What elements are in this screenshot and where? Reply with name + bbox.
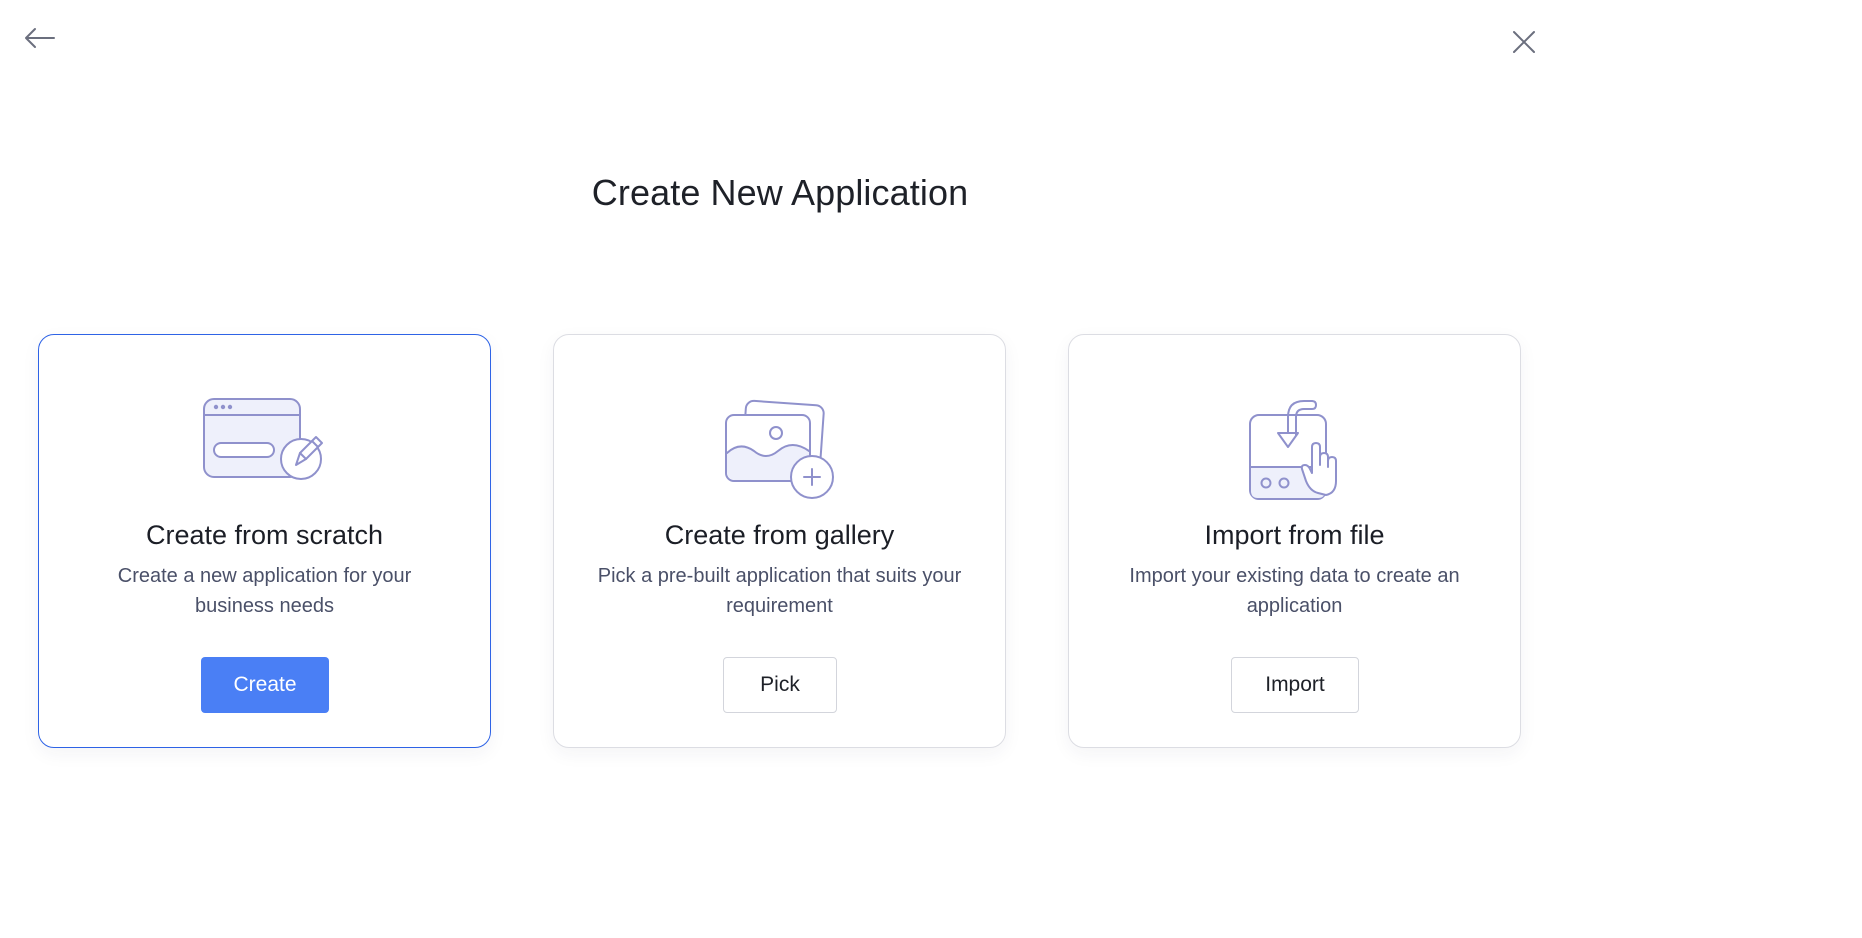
card-title: Import from file [1204,520,1385,550]
card-description: Pick a pre-built application that suits … [597,565,962,617]
card-description: Import your existing data to create an a… [1129,565,1460,617]
card-description: Create a new application for your busine… [117,565,412,617]
create-application-page: Create New Application Create from scrat… [0,0,1862,938]
pick-button[interactable]: Pick [723,657,837,713]
page-title: Create New Application [591,172,969,213]
arrow-left-icon [25,28,55,48]
option-cards: Create from scratch Create a new applica… [38,334,1521,748]
create-button[interactable]: Create [201,657,329,713]
card-import-from-file[interactable]: Import from file Import your existing da… [1068,334,1521,748]
card-title: Create from gallery [664,520,895,550]
card-create-from-scratch[interactable]: Create from scratch Create a new applica… [38,334,491,748]
import-button[interactable]: Import [1231,657,1359,713]
close-icon [1513,31,1535,53]
close-button[interactable] [1508,26,1540,58]
back-button[interactable] [22,22,58,54]
browser-window-edit-icon [39,395,490,505]
card-create-from-gallery[interactable]: Create from gallery Pick a pre-built app… [553,334,1006,748]
card-title: Create from scratch [145,520,384,550]
image-gallery-add-icon [554,395,1005,505]
file-import-hand-icon [1069,395,1520,505]
